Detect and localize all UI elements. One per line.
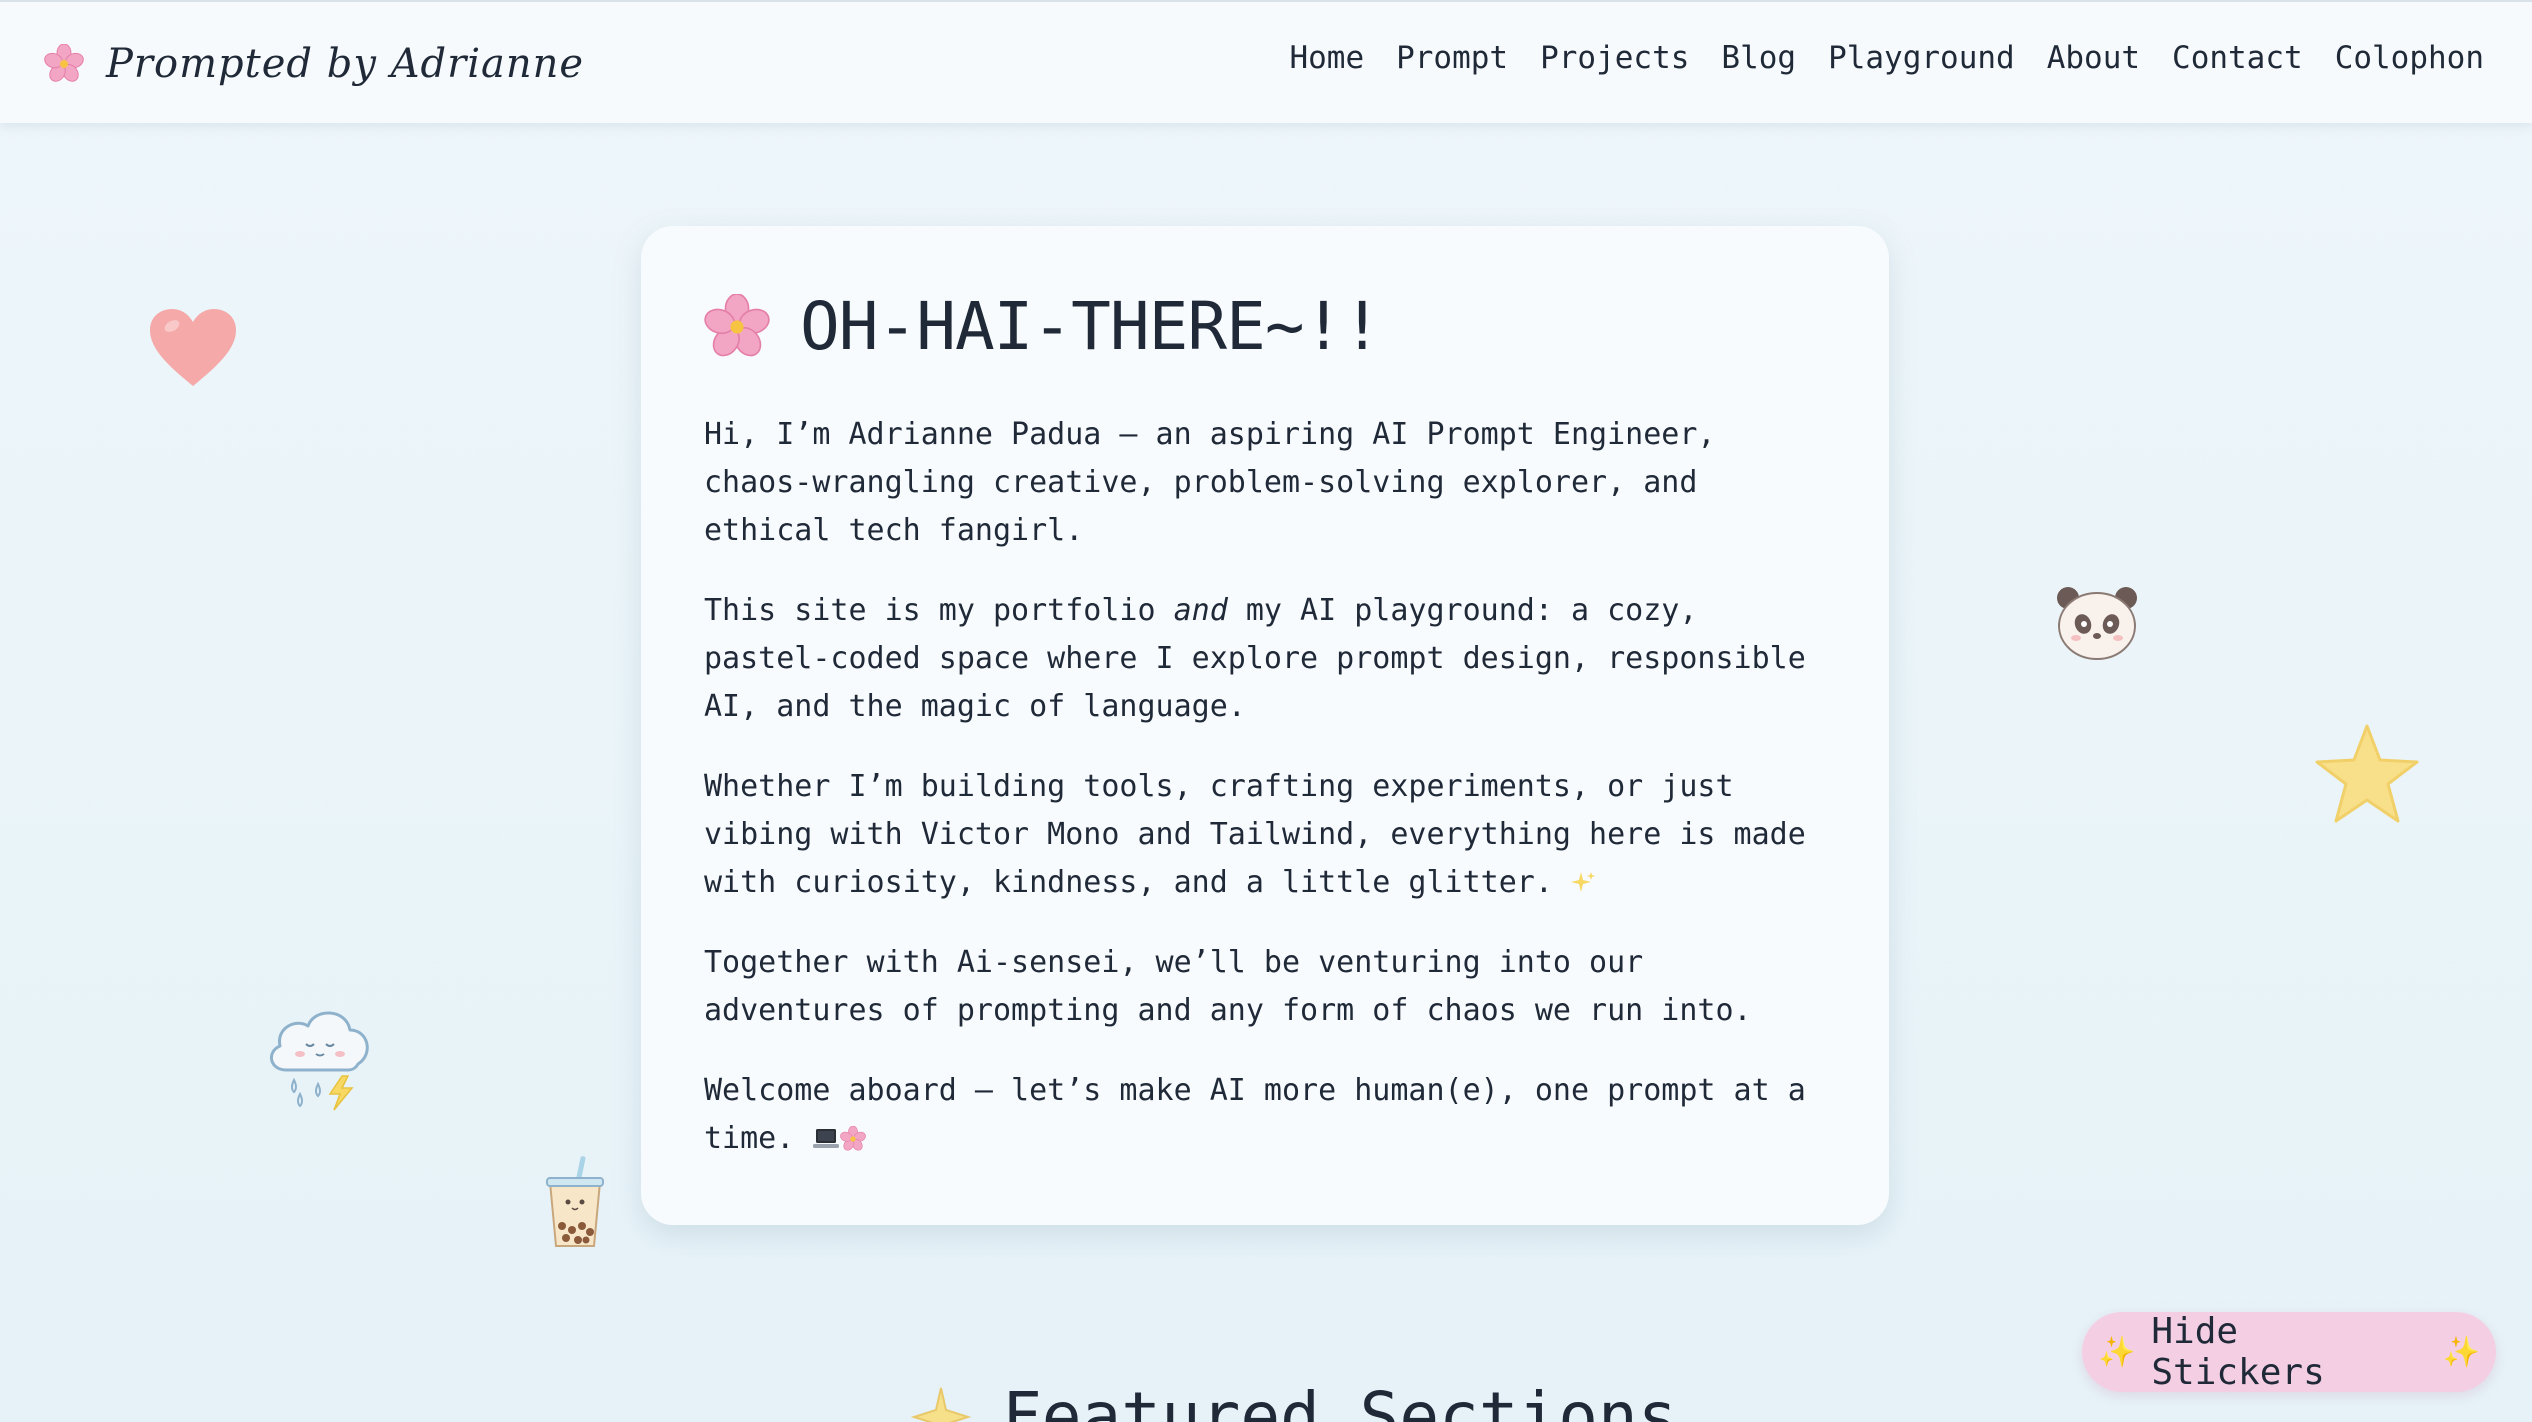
intro-paragraph-4: Together with Ai-sensei, we’ll be ventur… [704, 945, 1752, 1028]
laptop-icon [813, 1129, 840, 1148]
nav-link-prompt[interactable]: Prompt [1396, 40, 1508, 76]
nav-link-projects[interactable]: Projects [1540, 40, 1689, 76]
nav-link-colophon[interactable]: Colophon [2335, 40, 2484, 76]
cherry-blossom-icon [840, 1126, 867, 1151]
intro-heading: OH-HAI-THERE~!! [704, 288, 1382, 365]
featured-title: Featured Sections [1002, 1378, 1678, 1422]
intro-title: OH-HAI-THERE~!! [800, 288, 1382, 365]
intro-paragraph-3: Whether I’m building tools, crafting exp… [704, 769, 1806, 900]
nav-link-contact[interactable]: Contact [2172, 40, 2303, 76]
intro-paragraph-1: Hi, I’m Adrianne Padua — an aspiring AI … [704, 417, 1716, 548]
featured-heading: Featured Sections [908, 1378, 1678, 1422]
hide-stickers-label: Hide Stickers [2151, 1311, 2325, 1393]
nav-link-blog[interactable]: Blog [1721, 40, 1796, 76]
nav-link-playground[interactable]: Playground [1828, 40, 2015, 76]
intro-card: OH-HAI-THERE~!! Hi, I’m Adrianne Padua —… [641, 226, 1889, 1225]
heart-sticker [150, 309, 236, 386]
sparkles-icon [1570, 872, 1595, 892]
star-sticker [2315, 724, 2419, 823]
nav-link-about[interactable]: About [2047, 40, 2140, 76]
nav-menu: Home Prompt Projects Blog Playground Abo… [1289, 40, 2484, 76]
sparkle-icon [910, 1387, 972, 1422]
intro-paragraph-5: Welcome aboard — let’s make AI more huma… [704, 1073, 1806, 1156]
top-navbar: Prompted by Adrianne Home Prompt Project… [0, 0, 2532, 123]
boba-tea-sticker [546, 1156, 604, 1247]
sparkles-icon: ✨ [2442, 1334, 2480, 1370]
brand-link[interactable]: Prompted by Adrianne [44, 36, 584, 92]
intro-paragraph-2: This site is my portfolio and my AI play… [704, 593, 1806, 724]
cherry-blossom-icon [44, 44, 84, 82]
storm-cloud-sticker [270, 1011, 369, 1111]
sparkles-icon: ✨ [2098, 1334, 2136, 1370]
hide-stickers-button[interactable]: ✨ Hide Stickers ✨ [2082, 1311, 2496, 1393]
intro-body: Hi, I’m Adrianne Padua — an aspiring AI … [704, 411, 1834, 1195]
brand-title: Prompted by Adrianne [106, 41, 585, 87]
panda-sticker [2057, 587, 2137, 660]
cherry-blossom-icon [704, 293, 770, 356]
nav-link-home[interactable]: Home [1289, 40, 1364, 76]
